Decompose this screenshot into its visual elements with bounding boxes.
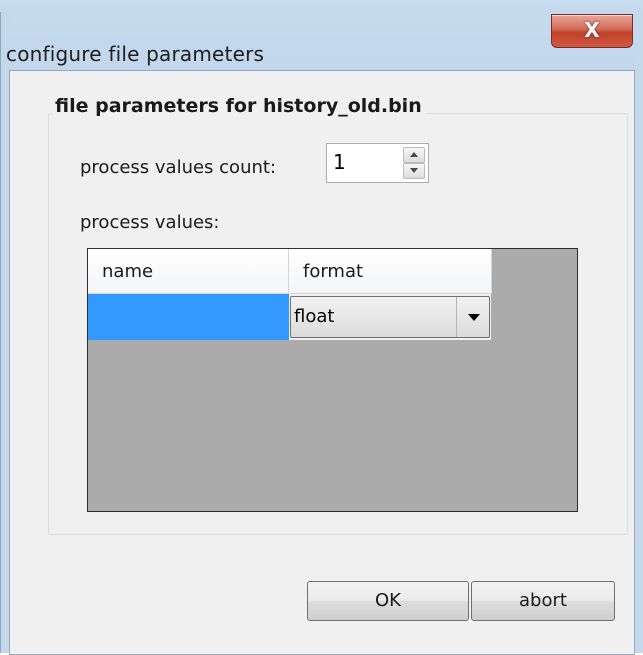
title-bar[interactable]: configure file parameters (0, 12, 643, 70)
format-dropdown-value: float (294, 306, 335, 327)
process-values-grid[interactable]: name format float (87, 248, 578, 512)
abort-button[interactable]: abort (471, 581, 615, 621)
column-header-format[interactable]: format (289, 249, 492, 294)
process-values-count-label: process values count: (80, 157, 277, 178)
format-dropdown[interactable]: float (290, 296, 490, 338)
column-header-name[interactable]: name (88, 249, 289, 294)
stepper-buttons (403, 147, 425, 179)
spin-down-icon[interactable] (403, 163, 425, 179)
window-title: configure file parameters (6, 42, 265, 66)
process-values-count-value[interactable]: 1 (333, 150, 346, 174)
dialog-window: configure file parameters X file paramet… (0, 0, 643, 655)
close-button[interactable]: X (551, 14, 633, 48)
spin-up-icon[interactable] (403, 147, 425, 163)
process-values-label: process values: (80, 212, 220, 233)
grid-cell-format: float (289, 294, 491, 340)
column-header-format-label: format (303, 261, 364, 282)
group-title: file parameters for history_old.bin (51, 95, 426, 117)
window-left-border (0, 12, 9, 653)
dropdown-arrow-icon[interactable] (456, 297, 489, 337)
ok-button[interactable]: OK (307, 581, 469, 621)
grid-header: name format (88, 249, 492, 294)
grid-cell-name[interactable] (88, 294, 289, 340)
dialog-client-area: file parameters for history_old.bin proc… (9, 70, 635, 655)
column-header-name-label: name (102, 261, 154, 282)
window-right-border (635, 12, 643, 653)
process-values-count-stepper[interactable]: 1 (326, 143, 429, 183)
close-icon: X (584, 18, 600, 42)
